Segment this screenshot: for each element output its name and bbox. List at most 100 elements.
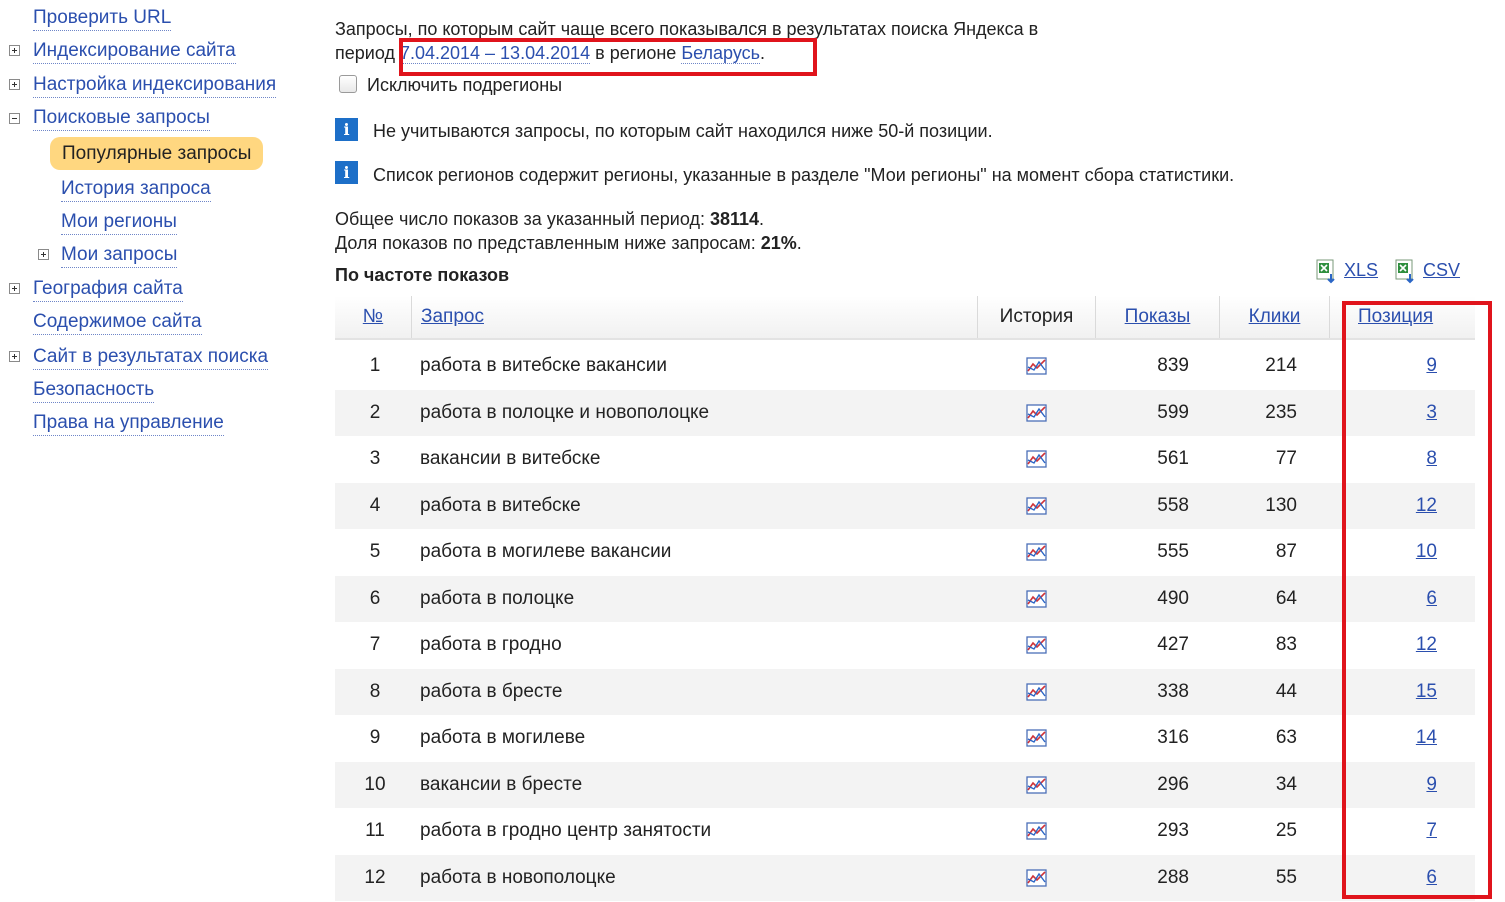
shows-value: 599 <box>1157 401 1189 423</box>
clicks-value: 214 <box>1265 355 1297 376</box>
row-number: 8 <box>369 680 381 702</box>
sidebar-item-search-results[interactable]: Сайт в результатах поиска <box>33 345 269 370</box>
shows-value: 555 <box>1157 541 1189 562</box>
shows-value: 839 <box>1157 355 1189 376</box>
total-shows-label: Общее число показов за указанный период: <box>335 209 710 229</box>
history-chart-icon[interactable] <box>1025 634 1049 656</box>
query-text: работа в бресте <box>420 680 563 702</box>
query-text: работа в витебске <box>420 494 581 516</box>
table-row: 6 работа в полоцке 490 64 6 <box>335 575 1475 622</box>
expand-icon[interactable] <box>9 351 20 362</box>
row-number: 3 <box>369 448 381 469</box>
query-text: работа в витебске вакансии <box>420 355 667 376</box>
csv-file-icon[interactable] <box>1394 258 1418 284</box>
history-chart-icon[interactable] <box>1025 867 1049 889</box>
row-number: 12 <box>364 866 386 888</box>
total-shows-suffix: . <box>759 209 765 229</box>
history-chart-icon[interactable] <box>1025 355 1049 377</box>
sort-clicks-header[interactable]: Клики <box>1219 296 1329 338</box>
expand-icon[interactable] <box>9 283 20 294</box>
shows-share-label: Доля показов по представленным ниже запр… <box>335 233 761 253</box>
query-text: вакансии в бресте <box>420 773 583 795</box>
shows-value: 296 <box>1157 773 1189 795</box>
clicks-value: 44 <box>1275 680 1297 702</box>
shows-value: 316 <box>1157 727 1189 748</box>
exclude-subregions-label[interactable]: Исключить подрегионы <box>367 73 562 97</box>
shows-value: 558 <box>1157 494 1189 516</box>
row-number: 10 <box>364 773 386 795</box>
history-chart-icon[interactable] <box>1025 495 1049 517</box>
clicks-value: 235 <box>1265 401 1297 423</box>
shows-share-value: 21% <box>760 233 797 253</box>
collapse-icon[interactable] <box>9 113 20 124</box>
row-number: 5 <box>369 541 381 562</box>
table-row: 2 работа в полоцке и новополоцке 599 235 3 <box>335 389 1475 436</box>
table-row: 5 работа в могилеве вакансии 555 87 10 <box>335 529 1475 575</box>
history-chart-icon[interactable] <box>1025 588 1049 610</box>
shows-value: 338 <box>1157 680 1189 702</box>
expand-icon[interactable] <box>38 249 49 260</box>
sidebar-item-access-rights[interactable]: Права на управление <box>33 411 224 436</box>
clicks-value: 130 <box>1265 494 1297 516</box>
clicks-value: 87 <box>1275 541 1297 562</box>
row-number: 11 <box>365 820 385 841</box>
sidebar-item-my-regions[interactable]: Мои регионы <box>61 210 177 235</box>
sort-shows-header[interactable]: Показы <box>1095 296 1219 338</box>
sidebar-item-my-queries[interactable]: Мои запросы <box>61 243 178 268</box>
history-chart-icon[interactable] <box>1025 820 1049 842</box>
table-row: 11 работа в гродно центр занятости 293 25 7 <box>335 808 1475 854</box>
expand-icon[interactable] <box>9 45 20 56</box>
table-row: 9 работа в могилеве 316 63 14 <box>335 715 1475 761</box>
exclude-subregions-checkbox[interactable] <box>339 75 357 93</box>
clicks-value: 25 <box>1275 820 1297 841</box>
table-row: 12 работа в новополоцке 288 55 6 <box>335 854 1475 901</box>
history-chart-icon[interactable] <box>1025 402 1049 424</box>
sidebar-item-popular-queries[interactable]: Популярные запросы <box>50 137 264 170</box>
query-text: работа в могилеве <box>420 727 586 748</box>
row-number: 4 <box>369 494 381 516</box>
clicks-value: 83 <box>1275 634 1297 655</box>
clicks-value: 55 <box>1275 866 1297 888</box>
export-csv-link[interactable]: CSV <box>1423 258 1460 282</box>
excel-file-icon[interactable] <box>1315 258 1339 284</box>
query-text: работа в новополоцке <box>420 866 616 888</box>
expand-icon[interactable] <box>9 79 20 90</box>
sidebar-item-search-queries[interactable]: Поисковые запросы <box>33 106 210 131</box>
query-text: работа в полоцке <box>420 587 575 609</box>
row-number: 9 <box>369 727 381 748</box>
history-chart-icon[interactable] <box>1025 448 1049 470</box>
shows-share-suffix: . <box>796 233 802 253</box>
query-text: вакансии в витебске <box>420 448 601 469</box>
history-chart-icon[interactable] <box>1025 541 1049 563</box>
shows-value: 293 <box>1157 820 1189 841</box>
history-chart-icon[interactable] <box>1025 681 1049 703</box>
query-text: работа в могилеве вакансии <box>420 541 672 562</box>
sidebar-item-security[interactable]: Безопасность <box>33 378 155 403</box>
sidebar-item-query-history[interactable]: История запроса <box>61 177 211 202</box>
sidebar-item-check-url[interactable]: Проверить URL <box>33 6 172 31</box>
clicks-value: 64 <box>1275 587 1297 609</box>
table-row: 7 работа в гродно 427 83 12 <box>335 622 1475 668</box>
row-number: 7 <box>369 634 381 655</box>
sort-number-header[interactable]: № <box>335 296 411 338</box>
history-chart-icon[interactable] <box>1025 774 1049 796</box>
export-xls-link[interactable]: XLS <box>1344 258 1378 282</box>
period-prefix: период <box>335 43 400 63</box>
highlight-period-box <box>399 38 817 76</box>
sidebar-item-index-settings[interactable]: Настройка индексирования <box>33 73 277 98</box>
history-chart-icon[interactable] <box>1025 727 1049 749</box>
sidebar-item-indexing[interactable]: Индексирование сайта <box>33 39 236 64</box>
shows-value: 288 <box>1157 866 1189 888</box>
notice-position-limit: Не учитываются запросы, по которым сайт … <box>373 121 993 141</box>
section-title: По частоте показов <box>335 265 510 285</box>
sidebar-item-geography[interactable]: География сайта <box>33 277 183 302</box>
table-row: 8 работа в бресте 338 44 15 <box>335 668 1475 715</box>
query-text: работа в полоцке и новополоцке <box>420 401 710 423</box>
row-number: 2 <box>369 401 381 423</box>
sidebar-item-site-content[interactable]: Содержимое сайта <box>33 310 202 335</box>
highlight-position-column-box <box>1342 301 1492 899</box>
sort-query-header[interactable]: Запрос <box>411 296 977 338</box>
query-text: работа в гродно центр занятости <box>420 820 712 841</box>
shows-value: 427 <box>1157 634 1189 655</box>
total-shows-value: 38114 <box>709 209 760 229</box>
